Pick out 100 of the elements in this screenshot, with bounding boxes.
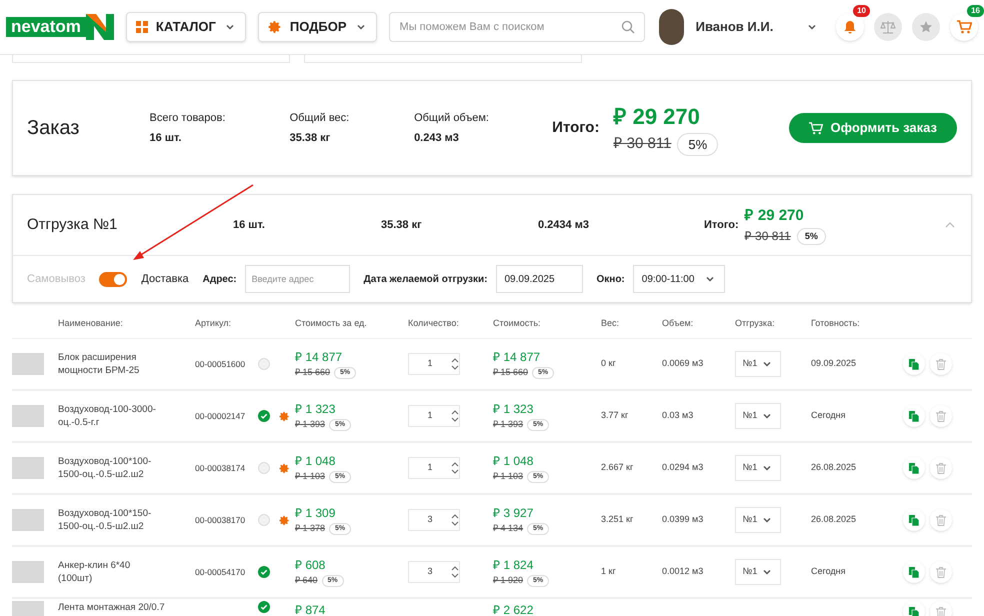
delete-button[interactable]	[930, 509, 952, 531]
logo-mark-icon	[86, 14, 114, 40]
shipment-dropdown[interactable]: №1	[735, 455, 781, 481]
old-price: ₽ 1 920	[493, 574, 524, 588]
check-circle-icon	[258, 410, 270, 422]
documents-icon	[908, 514, 920, 526]
trash-icon	[936, 566, 946, 578]
product-name[interactable]: Воздуховод-100*100-1500-оц.-0.5-ш2.ш2	[58, 455, 166, 481]
cart-button[interactable]	[950, 13, 978, 41]
quantity-stepper[interactable]: 1	[408, 405, 460, 427]
address-label: Адрес:	[202, 272, 237, 286]
catalog-button[interactable]: КАТАЛОГ	[126, 12, 246, 42]
product-name[interactable]: Лента монтажная 20/0.7	[58, 601, 166, 614]
old-total-price: ₽ 30 811	[613, 134, 672, 154]
favorites-button[interactable]	[912, 13, 940, 41]
product-name[interactable]: Воздуховод-100-3000-оц.-0.5-г.г	[58, 403, 166, 429]
photo-placeholder	[12, 353, 44, 375]
product-name[interactable]: Воздуховод-100*150-1500-оц.-0.5-ш2.ш2	[58, 507, 166, 533]
copy-button[interactable]	[903, 405, 925, 427]
quantity-stepper[interactable]: 3	[408, 561, 460, 583]
readiness-date: 09.09.2025	[811, 357, 858, 370]
time-window-dropdown[interactable]: 09:00-11:00	[632, 265, 725, 293]
documents-icon	[908, 410, 920, 422]
column-header: Наименование:	[58, 316, 124, 330]
empty-circle-icon	[258, 462, 270, 474]
volume: 0.0399 м3	[662, 513, 704, 526]
stat-label: Общий вес:	[290, 110, 350, 126]
up-down-arrows-icon	[451, 356, 459, 372]
check-circle-icon	[258, 566, 270, 578]
date-field[interactable]: 09.09.2025	[496, 265, 582, 293]
price: ₽ 874	[295, 602, 326, 616]
price: ₽ 14 877	[493, 349, 542, 366]
compare-button[interactable]	[874, 13, 902, 41]
price: ₽ 1 323	[295, 401, 336, 418]
readiness-date: 26.08.2025	[811, 461, 858, 474]
product-name[interactable]: Блок расширения мощности БРМ-25	[58, 351, 166, 377]
address-field[interactable]: Введите адрес	[244, 265, 350, 293]
shipment-weight: 35.38 кг	[381, 218, 423, 233]
trash-icon	[936, 462, 946, 474]
gear-icon	[268, 20, 282, 34]
article-number: 00-00002147	[195, 410, 246, 422]
selection-button[interactable]: ПОДБОР	[258, 12, 377, 42]
stat-value: 35.38 кг	[290, 131, 332, 146]
delete-button[interactable]	[930, 353, 952, 375]
copy-button[interactable]	[903, 561, 925, 583]
scales-icon	[880, 20, 896, 34]
old-price: ₽ 1 393	[295, 418, 326, 432]
shipment-volume: 0.2434 м3	[538, 218, 590, 233]
star-icon	[919, 20, 933, 34]
weight: 3.77 кг	[601, 409, 630, 422]
order-title: Заказ	[27, 116, 80, 141]
price: ₽ 1 048	[493, 453, 534, 470]
shipment-dropdown[interactable]: №1	[735, 559, 781, 585]
documents-icon	[908, 462, 920, 474]
trash-icon	[936, 514, 946, 526]
checkout-button[interactable]: Оформить заказ	[788, 113, 957, 143]
grid-icon	[136, 21, 148, 33]
shipment-dropdown[interactable]: №1	[735, 507, 781, 533]
product-name[interactable]: Анкер-клин 6*40 (100шт)	[58, 559, 166, 585]
column-header: Артикул:	[195, 316, 232, 330]
delivery-label[interactable]: Доставка	[141, 270, 189, 288]
column-header: Объем:	[662, 316, 694, 330]
price: ₽ 3 927	[493, 505, 534, 522]
price: ₽ 1 309	[295, 505, 336, 522]
delete-button[interactable]	[930, 405, 952, 427]
volume: 0.03 м3	[662, 409, 694, 422]
quantity-stepper[interactable]: 3	[408, 509, 460, 531]
quantity-stepper[interactable]: 1	[408, 457, 460, 479]
old-price: ₽ 1 103	[493, 470, 524, 484]
total-label: Итого:	[552, 118, 600, 138]
shipment-count: 16 шт.	[233, 218, 266, 233]
delete-button[interactable]	[930, 561, 952, 583]
date-label: Дата желаемой отгрузки:	[364, 272, 488, 286]
search-field[interactable]: Мы поможем Вам с поиском	[388, 12, 645, 42]
shipment-title: Отгрузка №1	[27, 214, 118, 235]
trash-icon	[936, 606, 946, 616]
total-price: ₽ 29 270	[613, 102, 701, 131]
weight: 0 кг	[601, 357, 617, 370]
delivery-toggle[interactable]	[99, 272, 128, 286]
copy-button[interactable]	[903, 353, 925, 375]
quantity-stepper[interactable]: 1	[408, 353, 460, 375]
notifications-button[interactable]	[836, 13, 864, 41]
delete-button[interactable]	[930, 457, 952, 479]
user-name[interactable]: Иванов И.И.	[696, 17, 800, 37]
price: ₽ 1 824	[493, 557, 534, 574]
price: ₽ 1 323	[493, 401, 534, 418]
article-number: 00-00038174	[195, 462, 246, 474]
window-label: Окно:	[596, 272, 625, 286]
shipment-dropdown[interactable]: №1	[735, 351, 781, 377]
bell-icon	[843, 20, 857, 34]
article-number: 00-00038170	[195, 514, 246, 526]
total-price: ₽ 29 270	[744, 206, 805, 226]
shipment-dropdown[interactable]: №1	[735, 403, 781, 429]
check-circle-icon	[258, 601, 270, 613]
copy-button[interactable]	[903, 457, 925, 479]
old-price: ₽ 15 660	[295, 366, 330, 380]
stat-value: 16 шт.	[150, 131, 182, 146]
avatar[interactable]	[658, 9, 684, 45]
article-number: 00-00051600	[195, 358, 246, 370]
copy-button[interactable]	[903, 509, 925, 531]
